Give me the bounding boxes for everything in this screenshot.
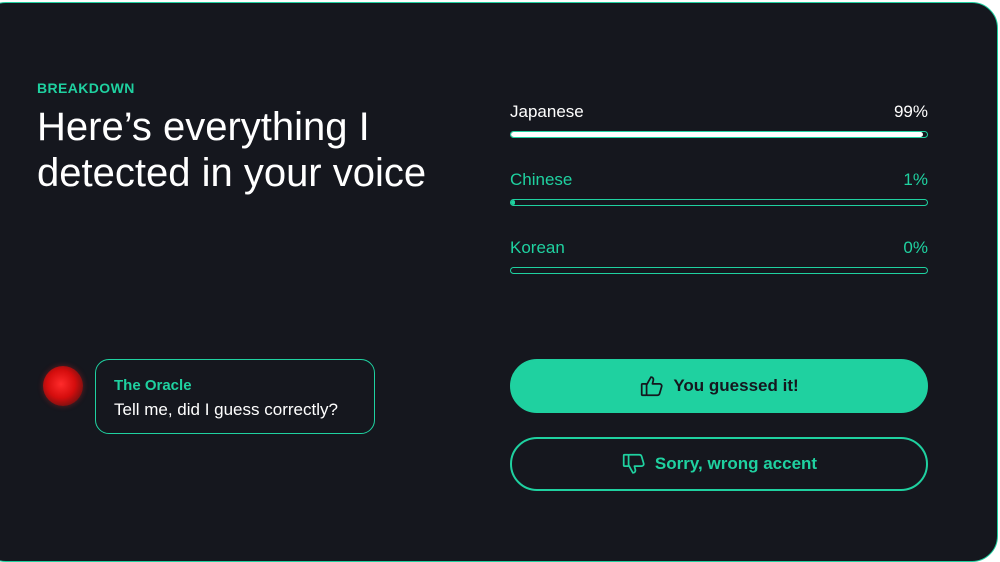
accent-label: Korean	[510, 238, 565, 257]
oracle-avatar	[43, 366, 83, 406]
accent-label: Chinese	[510, 170, 573, 189]
page-title: Here’s everything I detected in your voi…	[37, 105, 427, 195]
thumbs-up-icon	[641, 376, 663, 397]
chat-message: Tell me, did I guess correctly?	[114, 400, 338, 419]
accent-progress-fill	[511, 132, 923, 137]
accent-label: Japanese	[510, 102, 584, 121]
wrong-accent-button[interactable]: Sorry, wrong accent	[510, 437, 928, 491]
accent-progress-track	[510, 199, 928, 206]
you-guessed-it-button[interactable]: You guessed it!	[510, 359, 928, 413]
accent-progress-fill	[511, 200, 516, 205]
accent-percent: 0%	[903, 238, 928, 257]
chat-bubble: The Oracle Tell me, did I guess correctl…	[95, 359, 375, 434]
thumbs-down-icon	[622, 453, 645, 474]
accent-percent: 1%	[903, 170, 928, 189]
wrong-accent-label: Sorry, wrong accent	[654, 454, 818, 473]
accent-progress-track	[510, 131, 928, 138]
you-guessed-it-label: You guessed it!	[673, 376, 799, 395]
chat-sender-name: The Oracle	[114, 377, 192, 394]
section-eyebrow: BREAKDOWN	[37, 80, 135, 96]
accent-percent: 99%	[893, 102, 928, 121]
accent-progress-track	[510, 267, 928, 274]
